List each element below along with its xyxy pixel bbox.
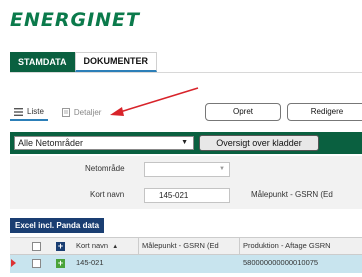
tab-stamdata[interactable]: STAMDATA	[10, 52, 75, 72]
row-checkbox[interactable]	[32, 259, 41, 268]
overview-button[interactable]: Oversigt over kladder	[199, 135, 319, 151]
table-row[interactable]: + 145-021 580000000000010075	[10, 255, 362, 273]
edit-button[interactable]: Redigere	[287, 103, 362, 121]
column-header-kortnavn[interactable]: Kort navn ▲	[76, 238, 136, 254]
kortnavn-label: Kort navn	[90, 190, 125, 199]
select-all-checkbox[interactable]	[32, 242, 41, 251]
excel-export-button[interactable]: Excel incl. Panda data	[10, 218, 105, 233]
sort-arrow-icon: ▲	[112, 244, 119, 250]
grid-header-row: + Kort navn ▲ Målepunkt - GSRN (Ed Produ…	[10, 237, 362, 255]
area-select-value: Alle Netområder	[18, 138, 84, 148]
list-view-label: Liste	[27, 107, 44, 116]
column-separator	[138, 238, 139, 254]
view-switcher: Liste Detaljer	[10, 104, 105, 121]
column-separator	[239, 238, 240, 254]
create-button[interactable]: Opret	[205, 103, 281, 121]
energinet-logo: ENERGINET	[10, 9, 140, 31]
netomraade-dropdown[interactable]: ▼	[144, 162, 230, 177]
list-icon	[14, 107, 23, 116]
search-form: Netområde ▼ Kort navn 145-021 Målepunkt …	[10, 156, 362, 209]
tab-divider	[10, 72, 362, 73]
cell-maalepunkt	[142, 255, 238, 273]
plus-icon[interactable]: +	[56, 259, 65, 268]
area-select[interactable]: Alle Netområder ▼	[14, 136, 194, 150]
current-row-indicator-icon	[11, 259, 16, 267]
chevron-down-icon: ▼	[219, 166, 225, 172]
netomraade-label: Netområde	[85, 164, 125, 173]
cell-produktion: 580000000000010075	[243, 258, 319, 267]
column-header-kortnavn-label: Kort navn	[76, 241, 109, 250]
chevron-down-icon: ▼	[181, 139, 188, 146]
details-view-label: Detaljer	[73, 108, 102, 117]
cell-kortnavn: 145-021	[76, 258, 104, 267]
filter-bar: Alle Netområder ▼ Oversigt over kladder	[10, 132, 362, 154]
column-header-produktion[interactable]: Produktion - Aftage GSRN	[243, 238, 362, 254]
tab-dokumenter[interactable]: DOKUMENTER	[74, 52, 157, 72]
column-header-maalepunkt[interactable]: Målepunkt - GSRN (Ed	[142, 238, 238, 254]
main-tabs: STAMDATA DOKUMENTER	[10, 52, 157, 72]
kortnavn-input[interactable]: 145-021	[144, 188, 230, 203]
list-view-button[interactable]: Liste	[10, 104, 48, 121]
maalepunkt-label: Målepunkt - GSRN (Ed	[251, 190, 333, 199]
details-view-button[interactable]: Detaljer	[58, 104, 106, 121]
plus-icon[interactable]: +	[56, 242, 65, 251]
document-icon	[61, 108, 70, 117]
